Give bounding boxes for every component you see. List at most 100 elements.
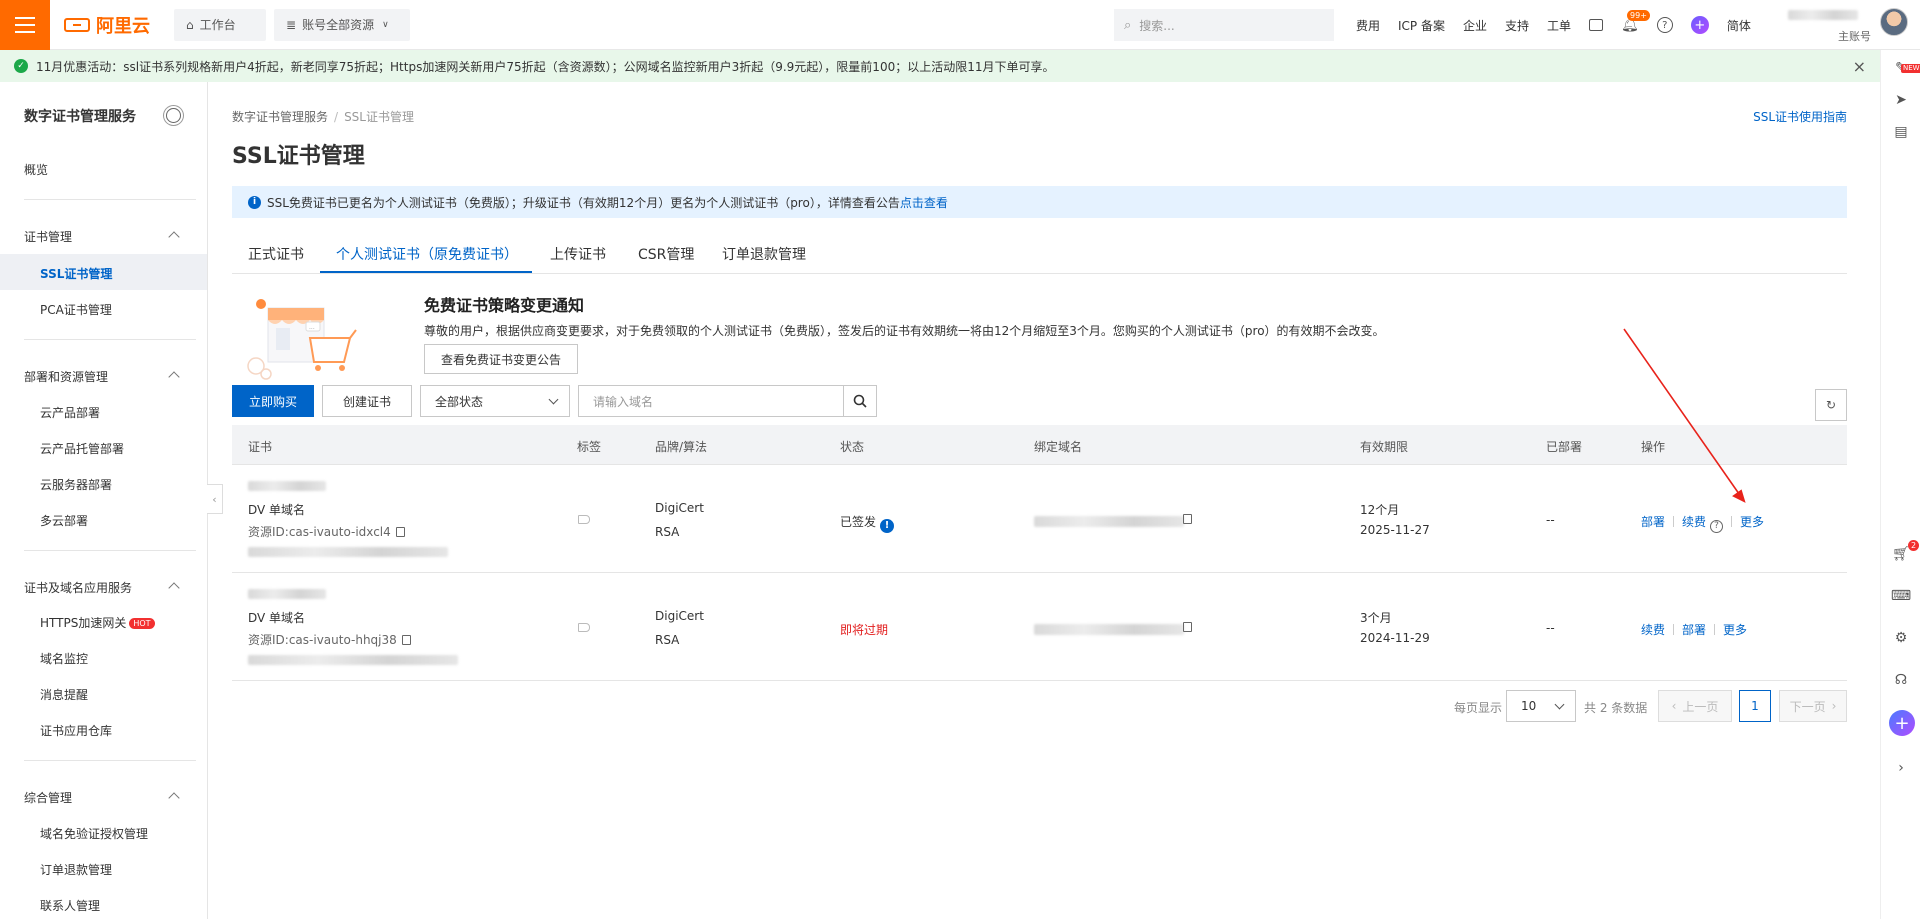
copy-icon[interactable] bbox=[401, 635, 411, 645]
workbench-button[interactable]: ⌂ 工作台 bbox=[174, 8, 266, 41]
resource-scope-dropdown[interactable]: ≣ 账号全部资源 ∨ bbox=[274, 8, 410, 41]
bound-domain-redacted bbox=[1034, 516, 1184, 527]
row-actions: 续费 部署 更多 bbox=[1641, 621, 1747, 638]
sidebar-item-overview[interactable]: 概览 bbox=[24, 161, 48, 178]
sidebar-item-refund[interactable]: 订单退款管理 bbox=[40, 861, 112, 878]
sidebar-item-https-gateway[interactable]: HTTPS加速网关 HOT bbox=[40, 614, 155, 631]
sidebar-item-cert-repo[interactable]: 证书应用仓库 bbox=[40, 722, 112, 739]
sidebar-item-pca-cert[interactable]: PCA证书管理 bbox=[40, 301, 112, 318]
sidebar-collapse-button[interactable]: ‹ bbox=[207, 484, 223, 514]
chevron-up-icon[interactable] bbox=[168, 231, 180, 243]
deploy-link[interactable]: 部署 bbox=[1641, 515, 1665, 529]
hamburger-menu-button[interactable] bbox=[0, 0, 50, 50]
plus-app-icon[interactable]: + bbox=[1690, 16, 1709, 34]
sidebar-item-domain-auth[interactable]: 域名免验证授权管理 bbox=[40, 825, 148, 842]
aliyun-logo-icon bbox=[64, 17, 90, 32]
renew-link[interactable]: 续费 bbox=[1682, 515, 1706, 529]
status-filter-select[interactable]: 全部状态 bbox=[420, 385, 570, 417]
sidebar: 数字证书管理服务 概览 证书管理 SSL证书管理 PCA证书管理 部署和资源管理… bbox=[0, 82, 208, 919]
next-page-button[interactable]: 下一页 › bbox=[1779, 690, 1847, 722]
divider bbox=[1673, 624, 1675, 635]
cert-status: 即将过期 bbox=[840, 623, 889, 637]
promo-text: 11月优惠活动：ssl证书系列规格新用户4折起，新老同享75折起；Https加速… bbox=[36, 59, 1055, 74]
global-search-input[interactable]: ⌕ 搜索... bbox=[1114, 9, 1334, 41]
nav-support[interactable]: 支持 bbox=[1505, 17, 1529, 34]
create-cert-button[interactable]: 创建证书 bbox=[322, 385, 412, 417]
sidebar-item-notifications[interactable]: 消息提醒 bbox=[40, 686, 88, 703]
more-link[interactable]: 更多 bbox=[1740, 515, 1764, 529]
help-icon[interactable]: ? bbox=[1656, 17, 1673, 33]
per-page-select[interactable]: 10 bbox=[1506, 690, 1576, 722]
prev-page-button[interactable]: ‹ 上一页 bbox=[1658, 690, 1732, 722]
close-icon[interactable]: × bbox=[1853, 57, 1866, 76]
view-notice-button[interactable]: 查看免费证书变更公告 bbox=[424, 344, 579, 374]
domain-search-placeholder: 请输入域名 bbox=[593, 394, 654, 409]
chevron-up-icon[interactable] bbox=[168, 792, 180, 804]
sidebar-group-general[interactable]: 综合管理 bbox=[24, 789, 72, 806]
sidebar-item-ssl-cert[interactable]: SSL证书管理 bbox=[40, 265, 112, 282]
add-shortcut-icon[interactable]: + bbox=[1889, 710, 1915, 736]
sidebar-item-cloud-deploy[interactable]: 云产品部署 bbox=[40, 404, 100, 421]
tab-upload-cert[interactable]: 上传证书 bbox=[550, 244, 606, 264]
sidebar-item-contacts[interactable]: 联系人管理 bbox=[40, 897, 100, 914]
info-link[interactable]: 点击查看 bbox=[900, 194, 948, 211]
info-icon: i bbox=[248, 195, 261, 209]
breadcrumb-root[interactable]: 数字证书管理服务 bbox=[232, 110, 328, 124]
aliyun-logo[interactable]: 阿里云 bbox=[64, 12, 150, 38]
nav-icp[interactable]: ICP 备案 bbox=[1398, 17, 1445, 34]
refresh-button[interactable]: ↻ bbox=[1815, 389, 1847, 421]
sidebar-item-domain-monitor[interactable]: 域名监控 bbox=[40, 650, 88, 667]
tag-icon[interactable] bbox=[578, 623, 590, 632]
tab-personal-test-cert[interactable]: 个人测试证书（原免费证书） bbox=[336, 244, 518, 264]
avatar[interactable] bbox=[1880, 8, 1908, 36]
user-account[interactable]: 主账号 bbox=[1788, 6, 1908, 44]
alert-info-icon[interactable]: ! bbox=[880, 518, 895, 533]
copy-icon[interactable] bbox=[1183, 622, 1192, 632]
breadcrumb-separator: / bbox=[334, 110, 339, 124]
headset-icon[interactable]: ☊ bbox=[1893, 672, 1909, 688]
sidebar-group-deploy[interactable]: 部署和资源管理 bbox=[24, 368, 108, 385]
domain-search-input[interactable]: 请输入域名 bbox=[578, 385, 844, 417]
chevron-down-icon bbox=[548, 394, 559, 405]
renew-link[interactable]: 续费 bbox=[1641, 623, 1665, 637]
chevron-right-icon[interactable]: › bbox=[1893, 760, 1909, 776]
cert-name-redacted bbox=[248, 481, 326, 491]
terminal-icon[interactable] bbox=[1589, 19, 1604, 31]
pointer-icon[interactable]: ➤ bbox=[1893, 92, 1909, 108]
buy-now-button[interactable]: 立即购买 bbox=[232, 385, 314, 417]
document-icon[interactable]: ▤ bbox=[1893, 124, 1909, 140]
sidebar-item-managed-deploy[interactable]: 云产品托管部署 bbox=[40, 440, 124, 457]
cart-icon[interactable]: 🛒︎ bbox=[1892, 546, 1910, 562]
language-switch[interactable]: 简体 bbox=[1727, 17, 1751, 34]
gear-icon[interactable]: ⚙ bbox=[1893, 630, 1909, 646]
deploy-link[interactable]: 部署 bbox=[1682, 623, 1706, 637]
sidebar-item-multicloud-deploy[interactable]: 多云部署 bbox=[40, 512, 88, 529]
sidebar-item-server-deploy[interactable]: 云服务器部署 bbox=[40, 476, 112, 493]
bell-icon[interactable]: 🔔︎ 99+ bbox=[1621, 10, 1650, 33]
robot-icon[interactable]: ⌨ bbox=[1891, 588, 1911, 604]
settings-gear-icon[interactable] bbox=[166, 108, 181, 123]
tag-icon[interactable] bbox=[578, 515, 590, 524]
nav-enterprise[interactable]: 企业 bbox=[1463, 17, 1487, 34]
resource-id: 资源ID:cas-ivauto-hhqj38 bbox=[248, 631, 411, 648]
search-button[interactable] bbox=[843, 385, 877, 417]
refresh-icon: ↻ bbox=[1825, 398, 1837, 412]
tab-refund[interactable]: 订单退款管理 bbox=[722, 244, 806, 264]
page-1-button[interactable]: 1 bbox=[1739, 690, 1771, 722]
sidebar-group-cert-management[interactable]: 证书管理 bbox=[24, 228, 72, 245]
deployed-count: -- bbox=[1546, 513, 1555, 527]
chevron-up-icon[interactable] bbox=[168, 582, 180, 594]
search-placeholder: 搜索... bbox=[1139, 18, 1175, 33]
tab-formal-cert[interactable]: 正式证书 bbox=[248, 244, 304, 264]
copy-icon[interactable] bbox=[395, 527, 405, 537]
help-circle-icon[interactable]: ? bbox=[1710, 519, 1724, 533]
chevron-up-icon[interactable] bbox=[168, 371, 180, 383]
copy-icon[interactable] bbox=[1183, 514, 1192, 524]
ssl-guide-link[interactable]: SSL证书使用指南 bbox=[1753, 108, 1847, 125]
more-link[interactable]: 更多 bbox=[1723, 623, 1747, 637]
nav-fees[interactable]: 费用 bbox=[1356, 17, 1380, 34]
tab-csr[interactable]: CSR管理 bbox=[638, 244, 694, 264]
sidebar-group-app-services[interactable]: 证书及域名应用服务 bbox=[24, 579, 132, 596]
nav-ticket[interactable]: 工单 bbox=[1547, 17, 1571, 34]
next-label: 下一页 bbox=[1789, 699, 1826, 714]
